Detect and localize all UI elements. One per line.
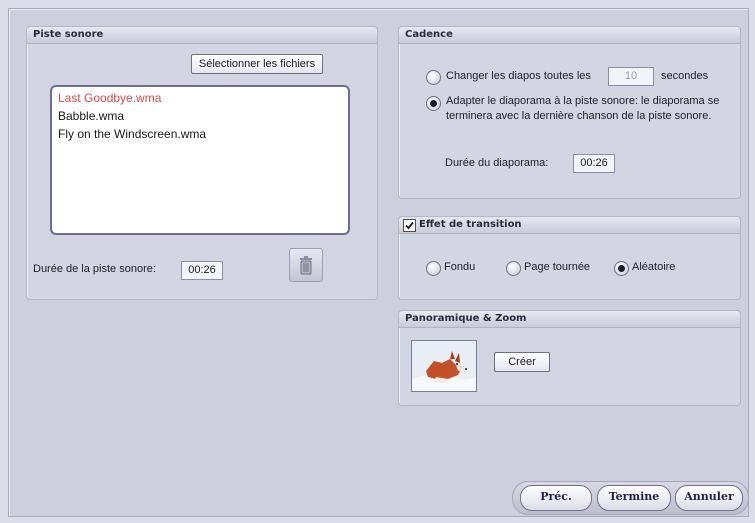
cancel-button[interactable]: Annuler <box>675 485 743 511</box>
radio-fit-to-soundtrack[interactable] <box>426 96 441 111</box>
trash-icon[interactable] <box>289 248 323 282</box>
fox-thumbnail <box>411 340 477 392</box>
list-item[interactable]: Fly on the Windscreen.wma <box>58 127 206 141</box>
fit-to-soundtrack-label-1: Adapter le diaporama à la piste sonore: … <box>446 95 720 107</box>
radio-change-slides[interactable] <box>426 70 441 85</box>
fit-to-soundtrack-label-2: terminera avec la dernière chanson de la… <box>446 110 712 122</box>
soundtrack-duration-value: 00:26 <box>181 261 223 280</box>
transition-page-tournee-label: Page tournée <box>524 261 591 273</box>
transition-fondu-label: Fondu <box>444 261 476 273</box>
transition-header: Effet de transition <box>399 217 740 234</box>
slideshow-duration-label: Durée du diaporama: <box>445 157 549 169</box>
transition-enabled-checkbox[interactable] <box>403 219 416 232</box>
transition-panel: Effet de transition Fondu Page tournée A… <box>398 216 741 300</box>
panzoom-panel: Panoramique & Zoom Créer <box>398 310 741 406</box>
prev-button[interactable]: Préc. <box>520 485 592 511</box>
soundtrack-file-list[interactable]: Last Goodbye.wma Babble.wma Fly on the W… <box>50 85 350 235</box>
soundtrack-title: Piste sonore <box>27 27 377 44</box>
slideshow-duration-value: 00:26 <box>573 154 615 173</box>
cadence-panel: Cadence Changer les diapos toutes les 10… <box>398 26 741 199</box>
create-panzoom-button[interactable]: Créer <box>494 352 550 372</box>
seconds-label: secondes <box>661 70 709 82</box>
panzoom-title: Panoramique & Zoom <box>399 311 740 328</box>
radio-transition-page-tournee[interactable] <box>506 261 521 276</box>
change-slides-label: Changer les diapos toutes les <box>446 70 591 82</box>
slide-interval-input[interactable]: 10 <box>608 67 654 86</box>
radio-transition-aleatoire[interactable] <box>614 261 629 276</box>
list-item[interactable]: Last Goodbye.wma <box>58 91 161 105</box>
list-item[interactable]: Babble.wma <box>58 109 124 123</box>
finish-button[interactable]: Termine <box>597 485 671 511</box>
transition-aleatoire-label: Aléatoire <box>632 261 676 273</box>
soundtrack-duration-label: Durée de la piste sonore: <box>33 263 156 275</box>
slideshow-wizard-window: Piste sonore Sélectionner les fichiers L… <box>8 8 749 517</box>
cadence-title: Cadence <box>399 27 740 44</box>
soundtrack-panel: Piste sonore Sélectionner les fichiers L… <box>26 26 378 300</box>
select-files-button[interactable]: Sélectionner les fichiers <box>191 54 323 74</box>
transition-title: Effet de transition <box>419 219 522 230</box>
radio-transition-fondu[interactable] <box>426 261 441 276</box>
